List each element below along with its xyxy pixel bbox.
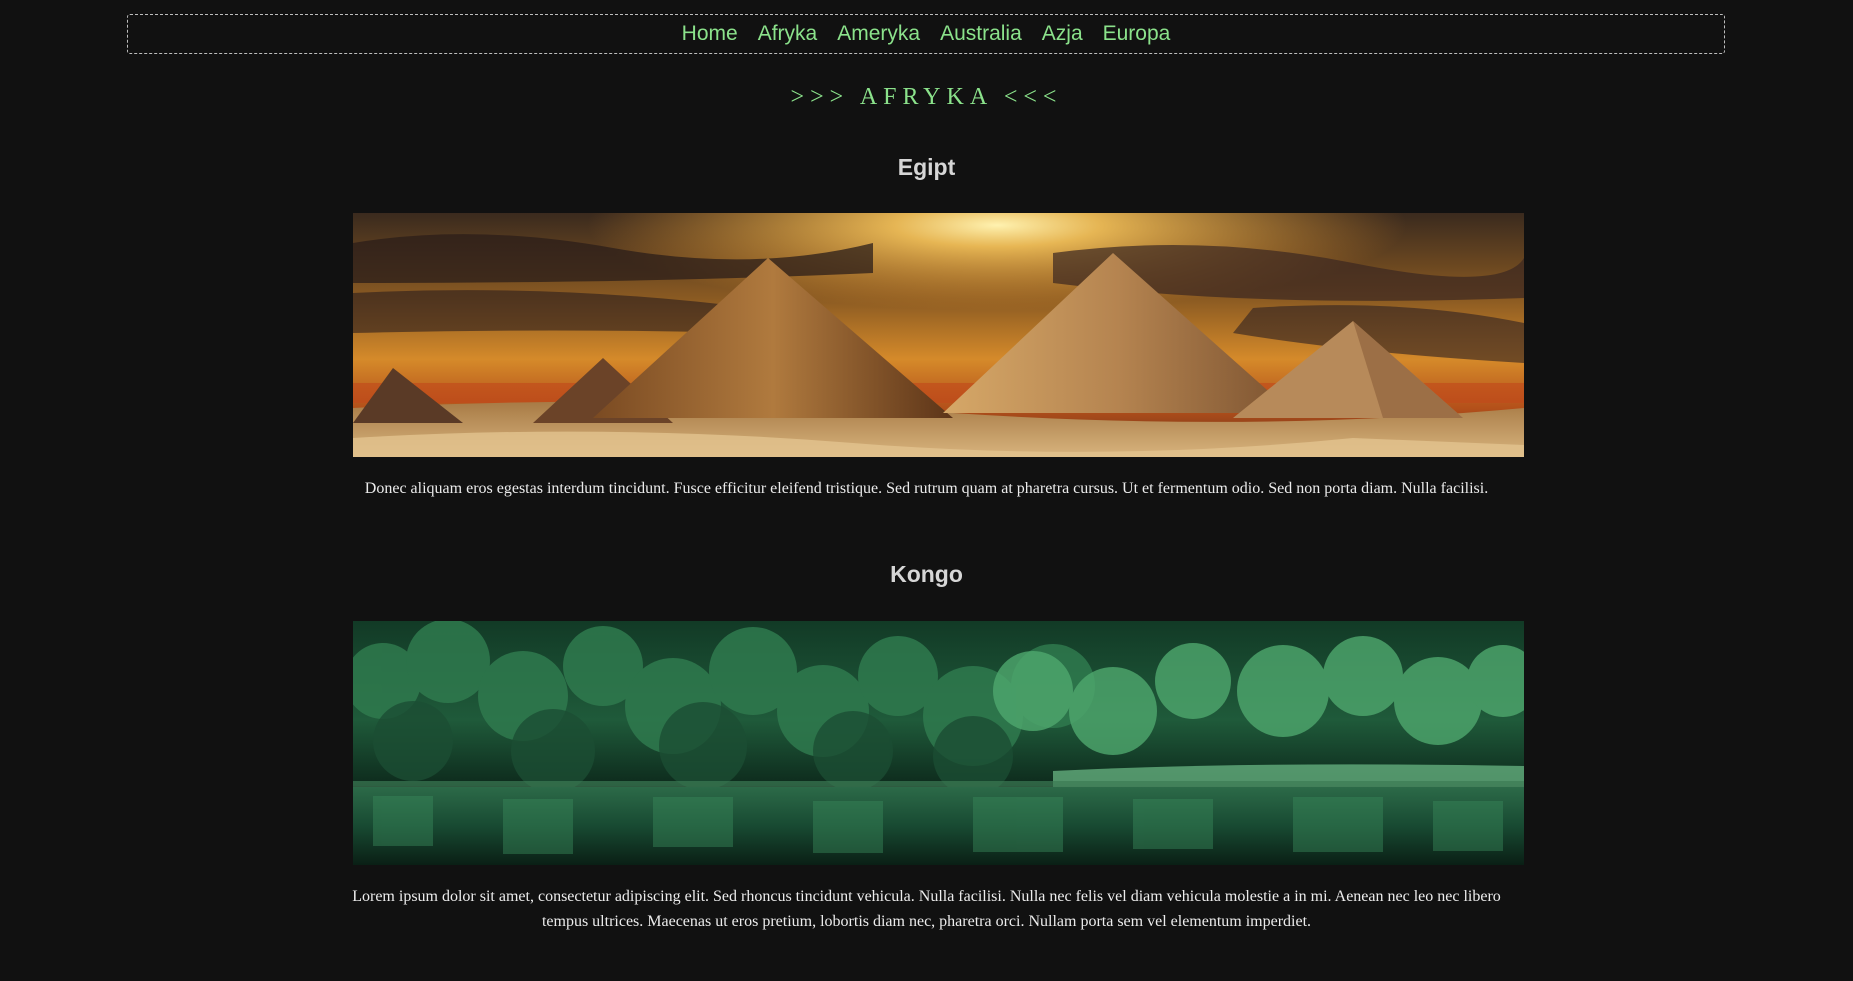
forest-lake-image <box>353 621 1524 865</box>
nav-link-afryka[interactable]: Afryka <box>748 14 828 54</box>
pyramids-sunset-image <box>353 213 1524 457</box>
nav-link-australia[interactable]: Australia <box>930 14 1032 54</box>
nav-link-home[interactable]: Home <box>672 14 748 54</box>
main-navigation: Home Afryka Ameryka Australia Azja Europ… <box>127 14 1725 54</box>
section-heading-egipt: Egipt <box>897 154 956 180</box>
nav-link-ameryka[interactable]: Ameryka <box>827 14 930 54</box>
page-title: >>> AFRYKA <<< <box>790 84 1063 110</box>
nav-link-europa[interactable]: Europa <box>1093 14 1181 54</box>
section-text-kongo: Lorem ipsum dolor sit amet, consectetur … <box>352 888 1501 930</box>
nav-link-azja[interactable]: Azja <box>1032 14 1093 54</box>
section-text-egipt: Donec aliquam eros egestas interdum tinc… <box>364 480 1489 497</box>
section-heading-kongo: Kongo <box>890 561 963 587</box>
